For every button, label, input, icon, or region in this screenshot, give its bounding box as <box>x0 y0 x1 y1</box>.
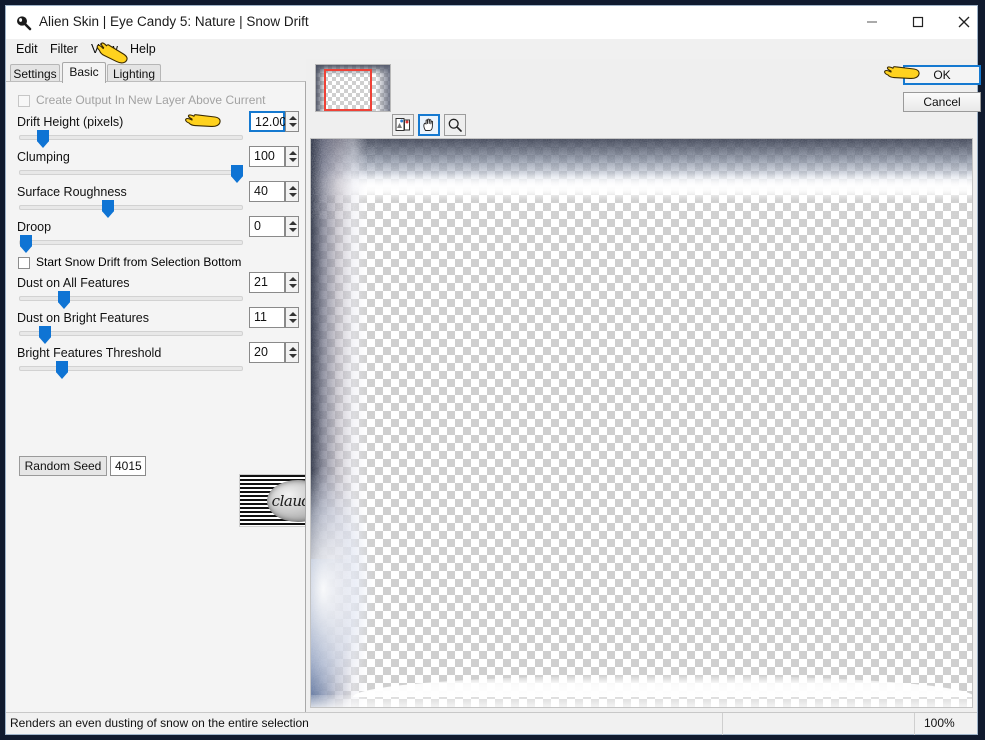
status-bar: Renders an even dusting of snow on the e… <box>6 712 977 735</box>
droop-input[interactable]: 0 <box>249 216 285 237</box>
before-after-icon[interactable] <box>392 114 414 136</box>
stepper-up-icon[interactable] <box>289 186 297 190</box>
zoom-level: 100% <box>924 716 955 730</box>
stepper-down-icon[interactable] <box>289 123 297 127</box>
tab-strip: Settings Basic Lighting <box>6 62 306 83</box>
stepper-up-icon[interactable] <box>289 347 297 351</box>
stepper-down-icon[interactable] <box>289 354 297 358</box>
clumping-input[interactable]: 100 <box>249 146 285 167</box>
dust-bright-thumb[interactable] <box>39 326 51 344</box>
status-message: Renders an even dusting of snow on the e… <box>10 716 309 730</box>
random-seed-value[interactable]: 4015 <box>110 456 146 476</box>
hand-tool-icon[interactable] <box>418 114 440 136</box>
dust-bright-track[interactable] <box>19 331 243 336</box>
snow-dust-noise <box>311 139 972 707</box>
clumping-track[interactable] <box>19 170 243 175</box>
minimize-button[interactable] <box>849 6 895 37</box>
clumping-thumb[interactable] <box>231 165 243 183</box>
stepper-down-icon[interactable] <box>289 158 297 162</box>
close-button[interactable] <box>941 6 985 37</box>
create-output-checkbox[interactable] <box>18 95 30 107</box>
bright-threshold-input[interactable]: 20 <box>249 342 285 363</box>
dust-all-stepper[interactable] <box>285 272 299 293</box>
stepper-down-icon[interactable] <box>289 228 297 232</box>
create-output-label: Create Output In New Layer Above Current <box>36 93 266 107</box>
ok-button[interactable]: OK <box>903 65 981 85</box>
stepper-up-icon[interactable] <box>289 277 297 281</box>
dust-bright-stepper[interactable] <box>285 307 299 328</box>
tab-basic[interactable]: Basic <box>62 62 106 83</box>
tab-settings[interactable]: Settings <box>10 64 60 82</box>
droop-track[interactable] <box>19 240 243 245</box>
menu-bar: Edit Filter View Help <box>6 39 977 59</box>
zoom-tool-icon[interactable] <box>444 114 466 136</box>
selection-bottom-checkbox[interactable] <box>18 257 30 269</box>
bright-threshold-stepper[interactable] <box>285 342 299 363</box>
app-root: Alien Skin | Eye Candy 5: Nature | Snow … <box>0 0 985 740</box>
stepper-up-icon[interactable] <box>289 151 297 155</box>
menu-view[interactable]: View <box>87 41 122 57</box>
droop-stepper[interactable] <box>285 216 299 237</box>
stepper-up-icon[interactable] <box>289 116 297 120</box>
droop-thumb[interactable] <box>20 235 32 253</box>
preview-tools <box>392 114 467 138</box>
surface-roughness-thumb[interactable] <box>102 200 114 218</box>
stepper-down-icon[interactable] <box>289 319 297 323</box>
window-title: Alien Skin | Eye Candy 5: Nature | Snow … <box>39 14 309 29</box>
surface-roughness-track[interactable] <box>19 205 243 210</box>
stepper-up-icon[interactable] <box>289 221 297 225</box>
surface-roughness-stepper[interactable] <box>285 181 299 202</box>
dust-bright-input[interactable]: 11 <box>249 307 285 328</box>
drift-height-input[interactable]: 12.00 <box>249 111 286 132</box>
alien-skin-icon <box>16 15 32 31</box>
drift-height-track[interactable] <box>19 135 243 140</box>
dust-all-thumb[interactable] <box>58 291 70 309</box>
red-viewport-rect <box>324 69 372 111</box>
droop-label: Droop <box>17 220 52 234</box>
selection-bottom-label: Start Snow Drift from Selection Bottom <box>36 255 242 269</box>
drift-height-label: Drift Height (pixels) <box>17 115 124 129</box>
drift-height-thumb[interactable] <box>37 130 49 148</box>
menu-filter[interactable]: Filter <box>46 41 82 57</box>
plugin-window: Alien Skin | Eye Candy 5: Nature | Snow … <box>5 5 981 735</box>
title-bar: Alien Skin | Eye Candy 5: Nature | Snow … <box>6 6 977 39</box>
dust-all-label: Dust on All Features <box>17 276 130 290</box>
navigator-thumbnail[interactable] <box>315 64 391 112</box>
maximize-button[interactable] <box>895 6 941 37</box>
random-seed-button[interactable]: Random Seed <box>19 456 107 476</box>
parameters-panel: Create Output In New Layer Above Current… <box>6 81 306 713</box>
surface-roughness-input[interactable]: 40 <box>249 181 285 202</box>
bright-threshold-track[interactable] <box>19 366 243 371</box>
surface-roughness-label: Surface Roughness <box>17 185 127 199</box>
clumping-label: Clumping <box>17 150 70 164</box>
dust-bright-label: Dust on Bright Features <box>17 311 150 325</box>
watermark-text: claudia <box>271 491 305 510</box>
menu-edit[interactable]: Edit <box>12 41 42 57</box>
dust-all-input[interactable]: 21 <box>249 272 285 293</box>
stepper-up-icon[interactable] <box>289 312 297 316</box>
status-divider-2 <box>914 713 915 735</box>
clumping-stepper[interactable] <box>285 146 299 167</box>
menu-help[interactable]: Help <box>126 41 160 57</box>
preview-pane: OK Cancel <box>306 59 981 713</box>
bright-threshold-thumb[interactable] <box>56 361 68 379</box>
preview-canvas[interactable] <box>310 138 973 708</box>
bright-threshold-label: Bright Features Threshold <box>17 346 162 360</box>
claudia-watermark: claudia <box>239 474 305 527</box>
stepper-down-icon[interactable] <box>289 284 297 288</box>
drift-height-stepper[interactable] <box>285 111 299 132</box>
cancel-button[interactable]: Cancel <box>903 92 981 112</box>
tab-lighting[interactable]: Lighting <box>107 64 161 82</box>
dust-all-track[interactable] <box>19 296 243 301</box>
status-divider <box>722 713 723 735</box>
stepper-down-icon[interactable] <box>289 193 297 197</box>
